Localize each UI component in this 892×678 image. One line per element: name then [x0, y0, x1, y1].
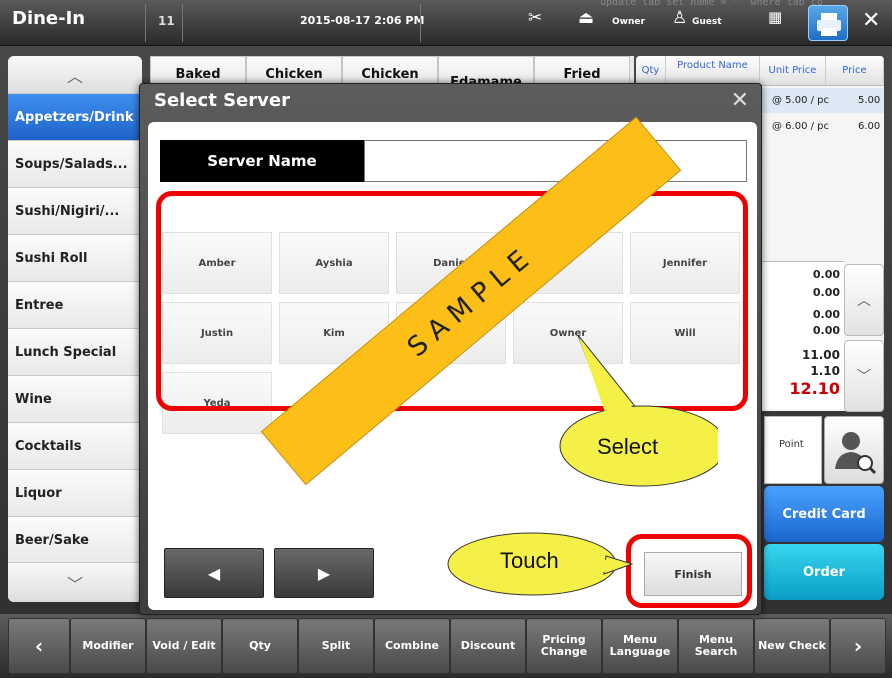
category-item[interactable]: Entree [8, 282, 142, 329]
divider [182, 4, 183, 42]
divider [420, 4, 421, 42]
unit-price: @ 6.00 / pc [772, 121, 830, 132]
no-sale-register-icon[interactable]: ▦ [768, 8, 782, 26]
guest-label: Guest [692, 17, 722, 27]
category-item[interactable]: Liquor [8, 470, 142, 517]
customer-search-button[interactable] [824, 416, 884, 484]
column-header: Price [826, 56, 884, 86]
select-callout-text: Select [597, 434, 659, 459]
category-item[interactable]: Appetzers/Drink [8, 94, 142, 141]
eject-icon[interactable]: ⏏ [578, 8, 594, 28]
category-scroll-up[interactable]: ︿ [8, 56, 142, 94]
user-label: Owner [612, 17, 645, 27]
dialog-title: Select Server [154, 90, 290, 111]
finish-highlight [626, 534, 752, 608]
bottom-toolbar: ‹ Modifier Void / Edit Qty Split Combine… [0, 614, 892, 678]
pricing-change-button[interactable]: Pricing Change [526, 618, 602, 674]
select-callout-bubble [559, 334, 718, 487]
touch-callout-text: Touch [500, 548, 559, 573]
order-type-title: Dine-In [12, 8, 86, 29]
chevron-down-icon: ﹀ [66, 574, 83, 594]
customer-search-icon [835, 432, 877, 475]
guest-icon[interactable]: ♙ [672, 8, 687, 28]
divider [145, 4, 146, 42]
category-item[interactable]: Soups/Salads... [8, 141, 142, 188]
server-name-field[interactable] [364, 140, 747, 182]
code-snippet: update tab set name = '' where tab co [600, 0, 823, 8]
chevron-right-icon: › [853, 634, 863, 658]
close-icon[interactable]: ✕ [862, 8, 880, 33]
point-label: Point [779, 439, 804, 450]
line-price: 6.00 [858, 121, 881, 132]
category-panel: ︿ Appetzers/Drink Soups/Salads... Sushi/… [8, 56, 142, 602]
category-item[interactable]: Cocktails [8, 423, 142, 470]
total-value: 0.00 [812, 268, 840, 281]
category-item[interactable]: Sushi Roll [8, 235, 142, 282]
chevron-left-icon: ‹ [34, 634, 44, 658]
menu-language-button[interactable]: Menu Language [602, 618, 678, 674]
line-price: 5.00 [858, 95, 881, 106]
chevron-up-icon: ︿ [66, 66, 83, 86]
chef-utensils-icon[interactable]: ✂ [528, 8, 542, 28]
chevron-down-icon: ﹀ [857, 369, 871, 385]
arrow-right-icon: ▶ [317, 563, 331, 583]
server-name-label: Server Name [160, 140, 364, 182]
split-button[interactable]: Split [298, 618, 374, 674]
total-value: 0.00 [812, 324, 840, 337]
menu-search-button[interactable]: Menu Search [678, 618, 754, 674]
column-header: Unit Price [760, 56, 826, 86]
category-item[interactable]: Wine [8, 376, 142, 423]
close-icon[interactable]: ✕ [731, 88, 749, 113]
unit-price: @ 5.00 / pc [772, 95, 830, 106]
discount-button[interactable]: Discount [450, 618, 526, 674]
category-item[interactable]: Lunch Special [8, 329, 142, 376]
toolbar-next-button[interactable]: › [830, 618, 886, 674]
point-box: Point [764, 416, 822, 484]
tax: 1.10 [810, 364, 840, 378]
table-number: 11 [158, 14, 175, 28]
arrow-left-icon: ◀ [207, 563, 221, 583]
prev-page-button[interactable]: ◀ [164, 548, 264, 598]
category-item[interactable]: Beer/Sake [8, 517, 142, 564]
print-button[interactable] [808, 5, 848, 41]
combine-button[interactable]: Combine [374, 618, 450, 674]
total-value: 0.00 [812, 286, 840, 299]
modifier-button[interactable]: Modifier [70, 618, 146, 674]
subtotal: 11.00 [802, 348, 840, 362]
chevron-up-icon: ︿ [857, 293, 871, 309]
total-value: 0.00 [812, 308, 840, 321]
void-edit-button[interactable]: Void / Edit [146, 618, 222, 674]
column-header: Product Name [666, 56, 760, 86]
category-scroll-down[interactable]: ﹀ [8, 562, 142, 602]
qty-button[interactable]: Qty [222, 618, 298, 674]
printer-icon [817, 13, 841, 36]
credit-card-button[interactable]: Credit Card [764, 486, 884, 542]
date-time: 2015-08-17 2:06 PM [300, 14, 425, 27]
column-header: Qty [636, 56, 666, 86]
order-scroll-up[interactable]: ︿ [844, 264, 884, 336]
new-check-button[interactable]: New Check [754, 618, 830, 674]
pos-screen: Dine-In 11 2015-08-17 2:06 PM update tab… [0, 0, 892, 678]
toolbar-prev-button[interactable]: ‹ [8, 618, 70, 674]
grand-total: 12.10 [789, 379, 840, 398]
order-scroll-down[interactable]: ﹀ [844, 340, 884, 412]
category-item[interactable]: Sushi/Nigiri/... [8, 188, 142, 235]
order-button[interactable]: Order [764, 544, 884, 600]
next-page-button[interactable]: ▶ [274, 548, 374, 598]
top-bar: Dine-In 11 2015-08-17 2:06 PM update tab… [0, 0, 892, 46]
